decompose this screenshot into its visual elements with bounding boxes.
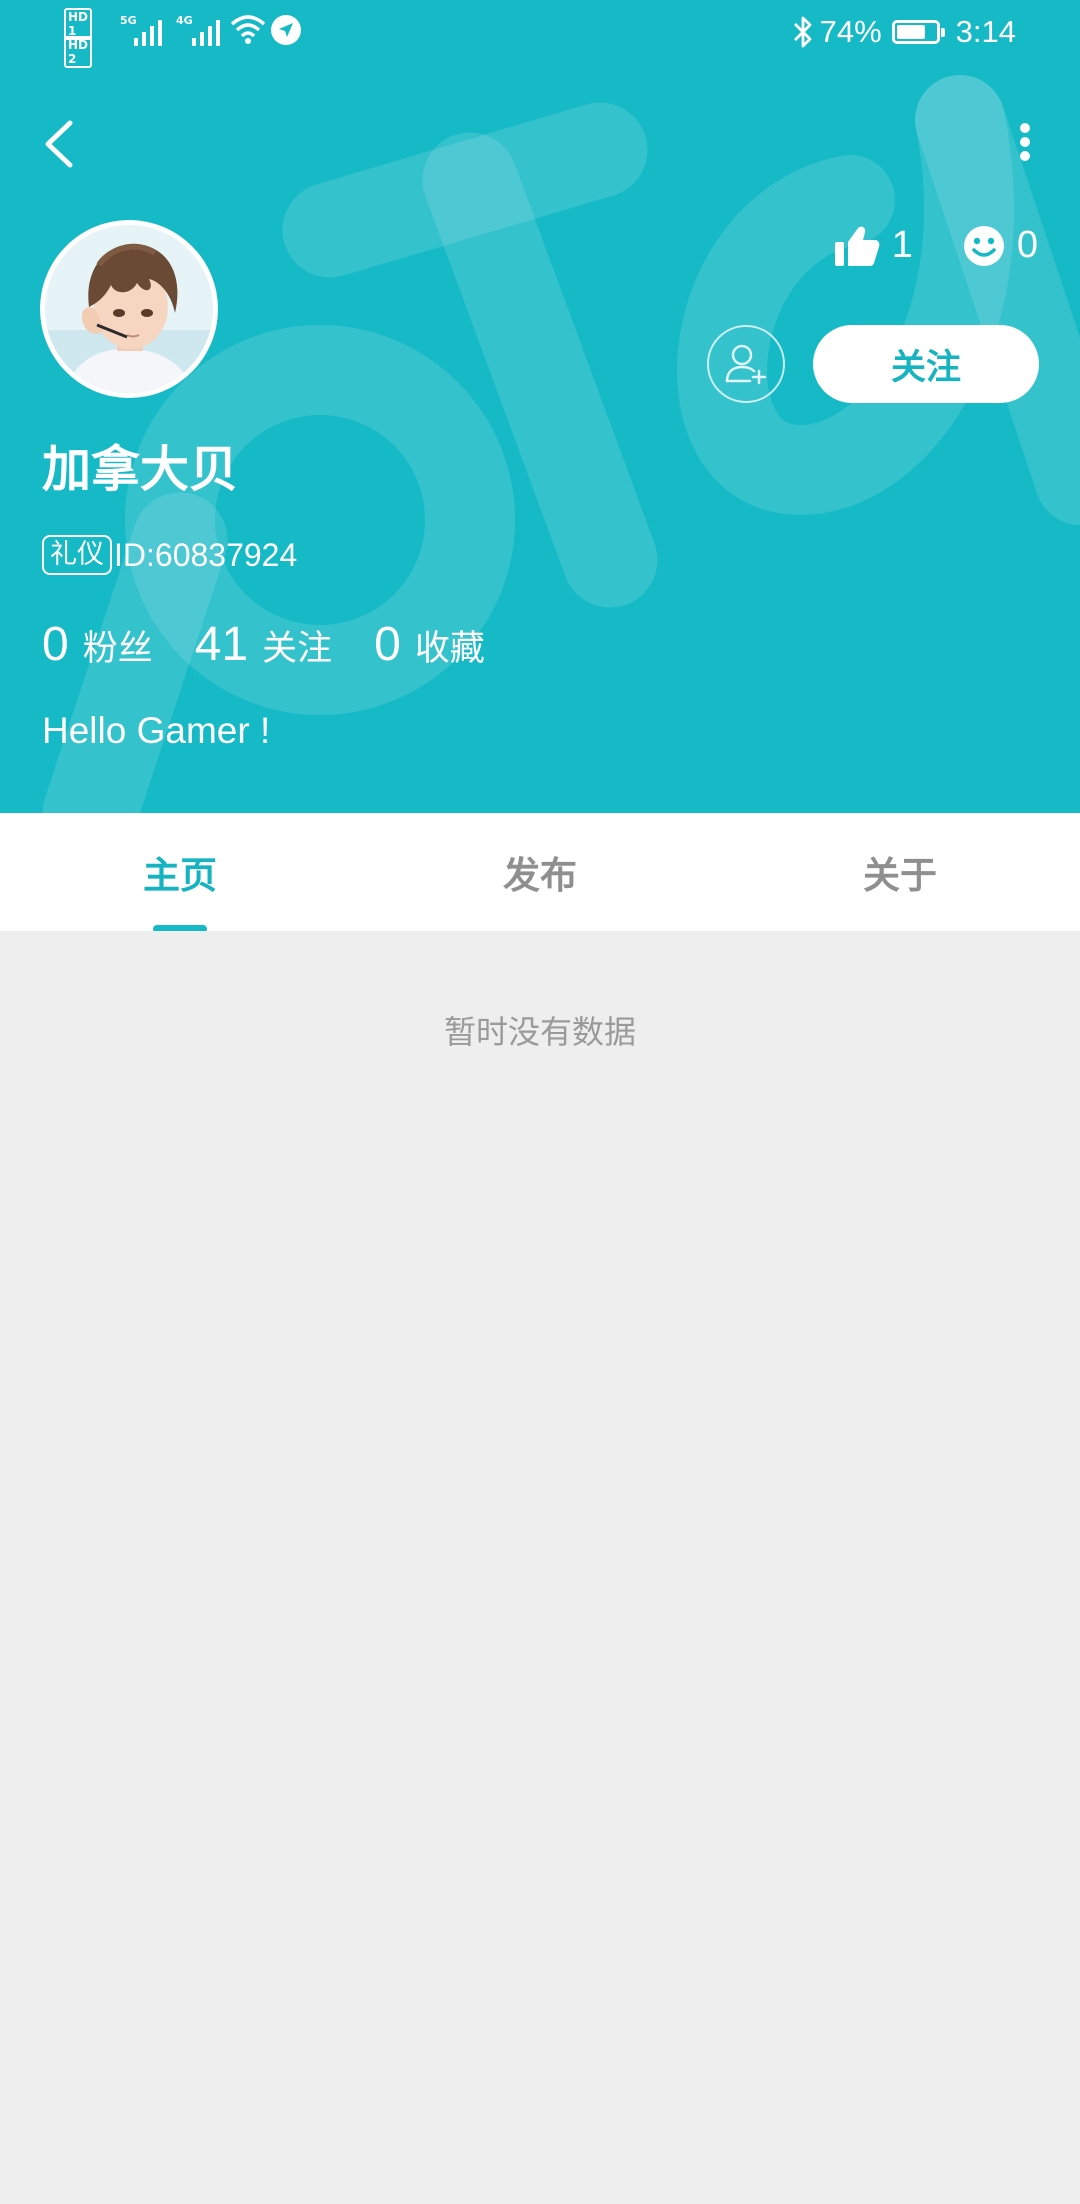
count-number: 41 xyxy=(194,618,249,671)
smiley-icon xyxy=(963,225,1004,266)
profile-header: HD 1 HD 2 5G 4G 74% 3:14 1 0 关注 加拿大贝 礼仪 … xyxy=(0,0,1080,813)
count-label: 收藏 xyxy=(414,629,485,669)
bluetooth-icon xyxy=(793,16,812,48)
wifi-icon xyxy=(230,15,266,44)
count-label: 粉丝 xyxy=(82,629,153,669)
profile-tabs: 主页 发布 关于 xyxy=(0,813,1080,933)
avatar-image xyxy=(45,225,213,393)
more-vertical-icon xyxy=(1020,123,1030,161)
more-options-button[interactable] xyxy=(1000,112,1050,172)
back-button[interactable] xyxy=(30,108,90,178)
sim2-indicator: HD 2 xyxy=(64,36,93,68)
favorites-count[interactable]: 0 收藏 xyxy=(374,617,485,672)
tab-about[interactable]: 关于 xyxy=(720,813,1080,931)
signal-strength-icon xyxy=(192,20,220,46)
profile-counts: 0 粉丝 41 关注 0 收藏 xyxy=(42,617,527,672)
profile-id: ID:60837924 xyxy=(114,536,298,573)
tab-label: 主页 xyxy=(143,854,217,897)
clock: 3:14 xyxy=(955,14,1016,49)
count-number: 0 xyxy=(374,618,401,671)
profile-bio: Hello Gamer ! xyxy=(42,710,271,751)
watermark-logo xyxy=(42,75,1080,813)
likes-count: 1 xyxy=(891,224,913,266)
tab-label: 关于 xyxy=(863,854,937,897)
status-bar: HD 1 HD 2 5G 4G 74% 3:14 xyxy=(0,0,1080,68)
status-bar-system: 74% 3:14 xyxy=(792,12,1016,52)
likes-stat[interactable]: 1 xyxy=(834,224,913,267)
add-friend-button[interactable] xyxy=(707,325,785,403)
following-count[interactable]: 41 关注 xyxy=(195,617,332,672)
tab-home[interactable]: 主页 xyxy=(0,813,360,933)
thumbs-up-icon xyxy=(834,226,880,266)
signal-strength-icon xyxy=(134,20,162,46)
emoji-stat[interactable]: 0 xyxy=(963,224,1038,267)
profile-name: 加拿大贝 xyxy=(42,441,239,498)
add-user-icon xyxy=(725,344,767,385)
follow-button[interactable]: 关注 xyxy=(813,325,1039,403)
battery-percent: 74% xyxy=(819,14,882,49)
battery-icon xyxy=(891,20,945,44)
followers-count[interactable]: 0 粉丝 xyxy=(42,617,153,672)
tab-label: 发布 xyxy=(503,854,577,897)
empty-state-text: 暂时没有数据 xyxy=(443,1013,636,1051)
tab-posts[interactable]: 发布 xyxy=(360,813,720,931)
count-label: 关注 xyxy=(262,629,333,669)
network-type-2: 4G xyxy=(176,14,193,27)
location-arrow-icon xyxy=(271,15,301,45)
count-number: 0 xyxy=(42,618,69,671)
profile-screen: HD 1 HD 2 5G 4G 74% 3:14 1 0 关注 加拿大贝 礼仪 … xyxy=(0,0,1080,2204)
tab-content: 暂时没有数据 xyxy=(0,931,1080,2204)
profile-reactions: 1 0 xyxy=(834,224,1038,267)
emoji-count: 0 xyxy=(1016,224,1038,266)
avatar[interactable] xyxy=(40,220,218,398)
chevron-left-icon xyxy=(45,120,73,168)
profile-id-row: 礼仪 ID:60837924 xyxy=(42,535,297,575)
profile-badge[interactable]: 礼仪 xyxy=(42,535,112,575)
